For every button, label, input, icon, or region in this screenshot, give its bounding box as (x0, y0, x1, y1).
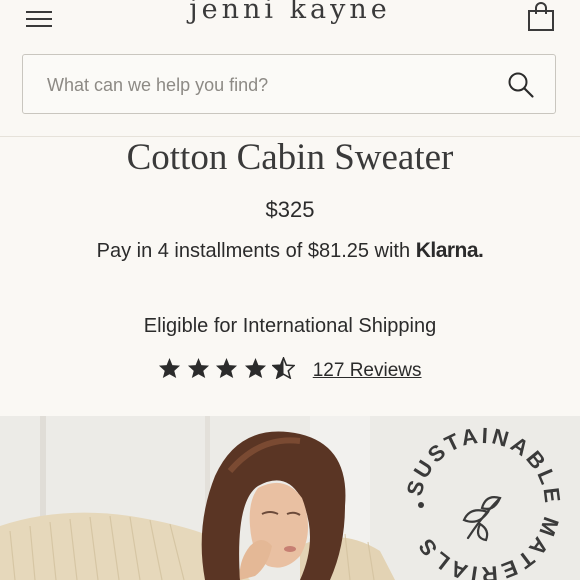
svg-text:SUSTAINABLE MATERIALS: SUSTAINABLE MATERIALS (402, 423, 566, 580)
klarna-logo[interactable]: Klarna. (416, 239, 484, 262)
installment-text: Pay in 4 installments of $81.25 with (96, 240, 411, 262)
reviews-link[interactable]: 127 Reviews (313, 360, 422, 382)
shipping-eligibility: Eligible for International Shipping (143, 315, 437, 337)
star-icon (216, 357, 238, 379)
star-icon (244, 357, 266, 379)
product-image: SUSTAINABLE MATERIALS (0, 416, 580, 580)
site-header: jenni kayne (0, 0, 580, 137)
installment-info: Pay in 4 installments of $81.25 with Kla… (0, 239, 580, 263)
sustainable-materials-badge: SUSTAINABLE MATERIALS (402, 423, 566, 580)
badge-text: SUSTAINABLE MATERIALS (402, 423, 563, 580)
star-icon (159, 357, 181, 379)
search-bar (22, 54, 556, 115)
product-title: Cotton Cabin Sweater (126, 137, 454, 178)
search-icon[interactable] (507, 71, 535, 99)
rating-row: 127 Reviews (0, 357, 580, 387)
half-star-icon (272, 357, 296, 379)
search-input[interactable] (45, 55, 489, 115)
shopping-bag-icon[interactable] (527, 2, 555, 32)
product-price: $325 (265, 197, 315, 222)
brand-logo[interactable]: jenni kayne (0, 0, 580, 25)
star-icon (187, 357, 209, 379)
star-rating[interactable] (158, 357, 296, 384)
leaf-icon (462, 496, 502, 542)
